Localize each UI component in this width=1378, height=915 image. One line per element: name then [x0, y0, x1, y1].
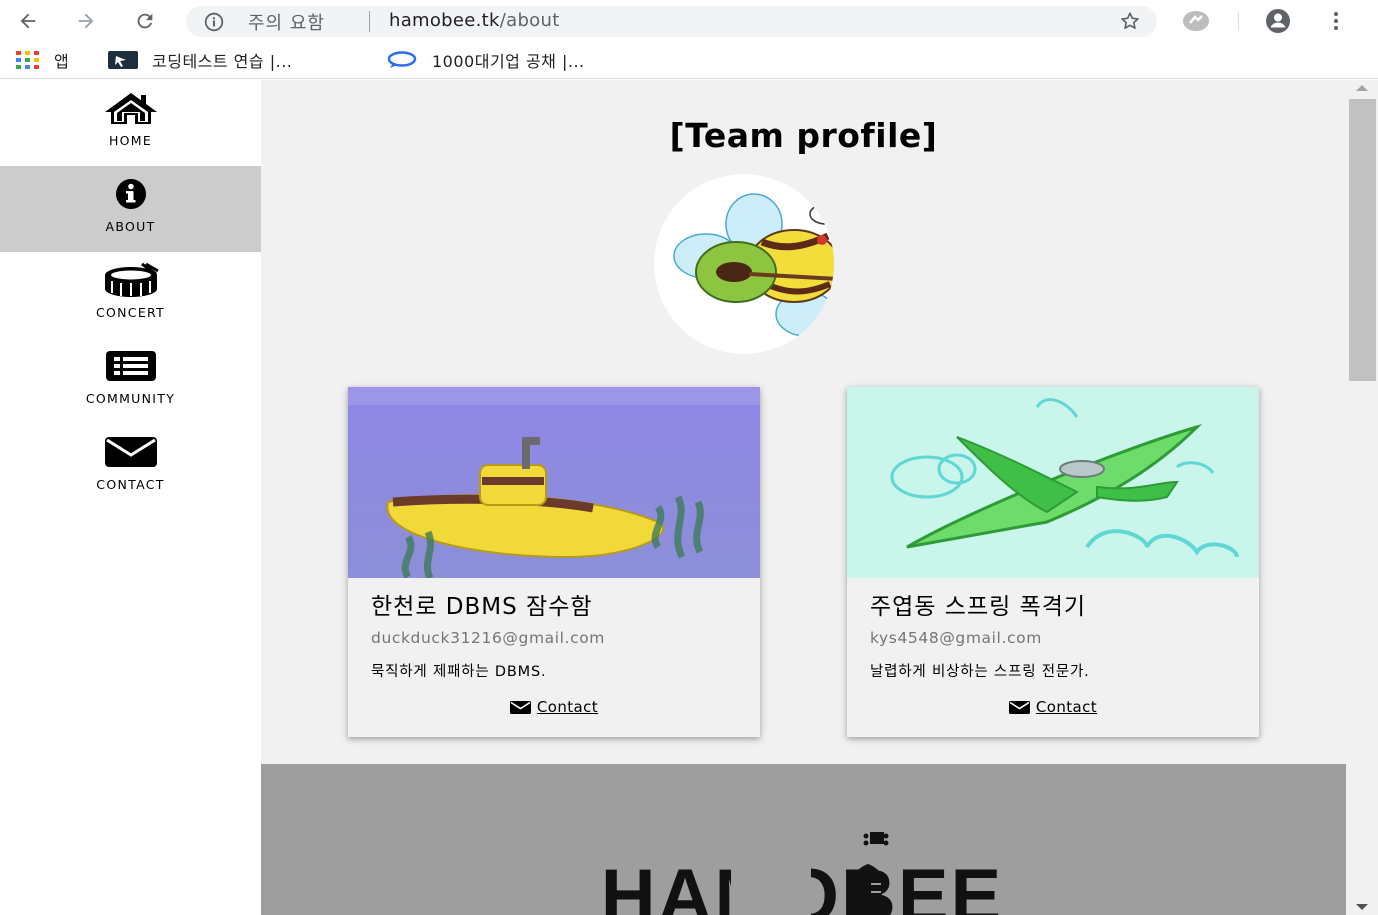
member-email: kys4548@gmail.com — [870, 629, 1042, 647]
contact-link-label: Contact — [1035, 698, 1098, 716]
scrollbar-thumb[interactable] — [1349, 99, 1376, 381]
member-name: 한천로 DBMS 잠수함 — [371, 594, 593, 620]
sidebar-item-label: CONTACT — [96, 477, 165, 492]
list-icon — [105, 346, 156, 386]
sidebar-item-home[interactable]: HOME — [0, 80, 261, 166]
toolbar-divider — [1238, 12, 1239, 30]
sidebar-item-label: ABOUT — [105, 219, 156, 234]
team-logo-image — [654, 174, 834, 354]
back-arrow-icon — [20, 13, 36, 29]
footer-logo-image: HAMOBEE — [601, 832, 1001, 915]
fighter-jet-drawing-image — [847, 387, 1259, 578]
sidebar: HOME ABOUT CONCERT COMMUNITY CONTACT — [0, 80, 261, 915]
main-content: [Team profile] 한천로 DBMS 잠수함 duckduck3121… — [261, 80, 1346, 915]
page-viewport: HOME ABOUT CONCERT COMMUNITY CONTACT [Te… — [0, 80, 1378, 915]
bookmark-label: 1000대기업 공채 |... — [432, 52, 585, 71]
bookmark-job-board[interactable]: 1000대기업 공채 |... — [386, 46, 585, 74]
envelope-icon — [1008, 700, 1030, 714]
bookmark-coding-test[interactable]: 코딩테스트 연습 |... — [108, 46, 292, 74]
apps-grid-icon — [16, 51, 40, 69]
sidebar-item-contact[interactable]: CONTACT — [0, 424, 261, 510]
bookmark-favicon-icon — [108, 49, 138, 71]
address-divider — [369, 11, 370, 32]
envelope-icon — [104, 432, 157, 472]
contact-link[interactable]: Contact — [348, 698, 760, 716]
scroll-up-arrow-icon[interactable] — [1356, 85, 1368, 91]
kebab-menu-icon[interactable] — [1328, 9, 1344, 37]
reload-icon — [137, 13, 153, 29]
extension-icon[interactable] — [1182, 9, 1210, 37]
home-icon — [103, 88, 159, 128]
page-title: [Team profile] — [669, 116, 938, 155]
address-bar[interactable]: 주의 요함 hamobee.tk/about — [186, 6, 1157, 37]
member-card: 주엽동 스프링 폭격기 kys4548@gmail.com 날렵하게 비상하는 … — [847, 387, 1259, 737]
info-icon — [107, 174, 155, 214]
url-host: hamobee.tk — [389, 10, 500, 31]
reload-button[interactable] — [131, 7, 159, 35]
sidebar-item-about[interactable]: ABOUT — [0, 166, 261, 252]
vertical-scrollbar[interactable] — [1346, 80, 1378, 915]
member-name: 주엽동 스프링 폭격기 — [870, 594, 1087, 620]
bookmarks-bar: 앱 코딩테스트 연습 |... 1000대기업 공채 |... — [0, 42, 1378, 79]
url-text[interactable]: hamobee.tk/about — [389, 10, 560, 31]
bookmark-label: 코딩테스트 연습 |... — [152, 52, 293, 71]
bookmark-favicon-icon — [386, 49, 418, 71]
submarine-drawing-image — [348, 387, 760, 578]
back-button[interactable] — [14, 7, 42, 35]
contact-link-label: Contact — [536, 698, 599, 716]
member-card: 한천로 DBMS 잠수함 duckduck31216@gmail.com 묵직하… — [348, 387, 760, 737]
footer: HAMOBEE — [261, 764, 1346, 915]
browser-toolbar: 주의 요함 hamobee.tk/about — [0, 0, 1378, 42]
info-icon[interactable] — [204, 12, 224, 36]
url-path: /about — [499, 10, 560, 31]
forward-arrow-icon — [78, 13, 94, 29]
bookmark-label: 앱 — [54, 52, 70, 71]
member-description: 날렵하게 비상하는 스프링 전문가. — [870, 664, 1090, 680]
bookmark-apps[interactable]: 앱 — [16, 46, 69, 74]
member-description: 묵직하게 제패하는 DBMS. — [371, 664, 547, 680]
sidebar-item-label: HOME — [108, 133, 153, 148]
contact-link[interactable]: Contact — [847, 698, 1259, 716]
scroll-down-arrow-icon[interactable] — [1356, 904, 1368, 910]
member-email: duckduck31216@gmail.com — [371, 629, 606, 647]
sidebar-item-label: COMMUNITY — [85, 391, 176, 406]
sidebar-item-concert[interactable]: CONCERT — [0, 252, 261, 338]
bookmark-star-icon[interactable] — [1119, 10, 1141, 36]
profile-avatar-icon[interactable] — [1263, 8, 1293, 38]
envelope-icon — [509, 700, 531, 714]
sidebar-item-community[interactable]: COMMUNITY — [0, 338, 261, 424]
forward-button[interactable] — [72, 7, 100, 35]
drum-icon — [102, 260, 160, 300]
security-warning-label[interactable]: 주의 요함 — [248, 9, 325, 35]
sidebar-item-label: CONCERT — [95, 305, 166, 320]
